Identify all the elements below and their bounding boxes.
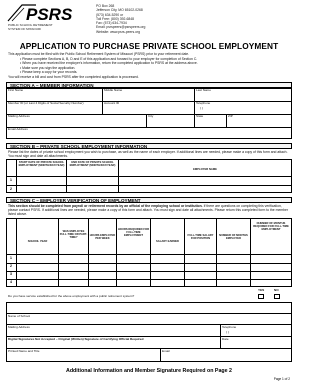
intro-bullet-text: Please keep a copy for your records. (22, 70, 78, 74)
employer-name-header: EMPLOYER NAME (193, 168, 217, 171)
school-telephone-label: Telephone (222, 325, 237, 329)
end-date-header: END DATE OF PRIVATE SCHOOL EMPLOYMENT (M… (69, 161, 116, 168)
row-number: 4 (10, 280, 12, 284)
telephone-parens: ( ) (200, 106, 203, 110)
section-c-header: SECTION C – EMPLOYER VERIFICATION OF EMP… (6, 197, 292, 203)
page-number: Page 1 of 2 (273, 377, 290, 381)
mailing-address-label: Mailing Address (8, 114, 30, 118)
psrs-logo: PSRS PUBLIC SCHOOL RETIREMENT SYSTEM OF … (6, 3, 84, 37)
school-info-table (6, 302, 292, 362)
no-label: NO (274, 288, 279, 292)
hours-per-week-header: HOURS EMPLOYED PER WEEK (89, 234, 116, 241)
full-part-time-header: WAS EMPLOYEE FULL-TIME OR PART-TIME? (59, 230, 88, 240)
months-employed-header: NUMBER OF MONTHS EMPLOYED (219, 234, 248, 241)
start-date-header: START DATE OF PRIVATE SCHOOL EMPLOYMENT … (18, 161, 65, 168)
section-b-header: SECTION B – PRIVATE SCHOOL EMPLOYMENT IN… (6, 143, 292, 149)
section-c-text: This section should be completed from pa… (8, 204, 290, 217)
intro-line: You will receive a bill and cost from PS… (8, 74, 139, 79)
zip-label: ZIP (228, 114, 233, 118)
date-label: Date (222, 337, 229, 341)
intro-bullet-text: When you have received the employer's in… (22, 61, 198, 65)
school-name-label: Name of School (8, 313, 31, 318)
member-id-label: Member ID (or Last 4 Digits of Social Se… (8, 101, 84, 105)
row-number: 2 (10, 264, 12, 268)
contact-block: PO Box 268 Jefferson City, MO 65102-0268… (96, 4, 145, 34)
state-label: State (196, 114, 204, 118)
email-label: Email Address (8, 127, 28, 131)
official-email-label: Email (162, 349, 170, 353)
row-number: 3 (10, 272, 12, 276)
printed-name-label: Printed Name and Title (8, 349, 40, 353)
no-checkbox[interactable] (274, 293, 280, 299)
school-year-header: SCHOOL YEAR (27, 240, 48, 243)
row-number: 1 (10, 256, 12, 260)
logo-text: PSRS (26, 5, 73, 23)
telephone-label: Telephone (196, 101, 211, 105)
yes-label: YES (258, 288, 265, 292)
psrs-logo-mark: PSRS (7, 4, 73, 23)
last-name-label: Last Name (196, 88, 211, 92)
contact-line: Website: www.psrs-peers.org (96, 29, 141, 34)
logo-subtitle-2: SYSTEM OF MISSOURI (8, 26, 42, 31)
intro-bullet-text: Make sure you sign the application. (22, 65, 76, 70)
signature-label: Digital Signatures Not Accepted – Origin… (8, 337, 144, 341)
yes-checkbox[interactable] (258, 293, 264, 299)
full-time-salary-header: FULL-TIME SALARY FOR POSITION (187, 234, 214, 241)
account-id-label: Account ID (104, 101, 120, 105)
city-label: City (148, 114, 154, 118)
row-number: 1 (10, 178, 12, 182)
footer-note: Additional Information and Member Signat… (66, 368, 232, 374)
contact-line: Jefferson City, MO 65102-0268 (96, 8, 143, 13)
public-system-question: Do you have service established for the … (8, 294, 135, 298)
months-required-header: NUMBER OF MONTHS REQUIRED FOR FULL-TIME … (253, 222, 289, 232)
hours-required-header: HOURS REQUIRED FOR FULL-TIME EMPLOYMENT (117, 228, 150, 238)
school-mailing-label: Mailing Address (8, 325, 30, 329)
form-title: APPLICATION TO PURCHASE PRIVATE SCHOOL E… (19, 41, 279, 51)
section-b-text: Please list the dates of private school … (8, 149, 288, 158)
salary-earned-header: SALARY EARNED (156, 240, 179, 243)
intro-bullet-text: Please complete Sections A, B, D and E o… (22, 56, 198, 61)
row-number: 2 (10, 187, 12, 191)
middle-name-label: Middle Name (104, 88, 123, 92)
first-name-label: First Name (8, 88, 24, 92)
school-telephone-parens: ( ) (226, 329, 229, 334)
